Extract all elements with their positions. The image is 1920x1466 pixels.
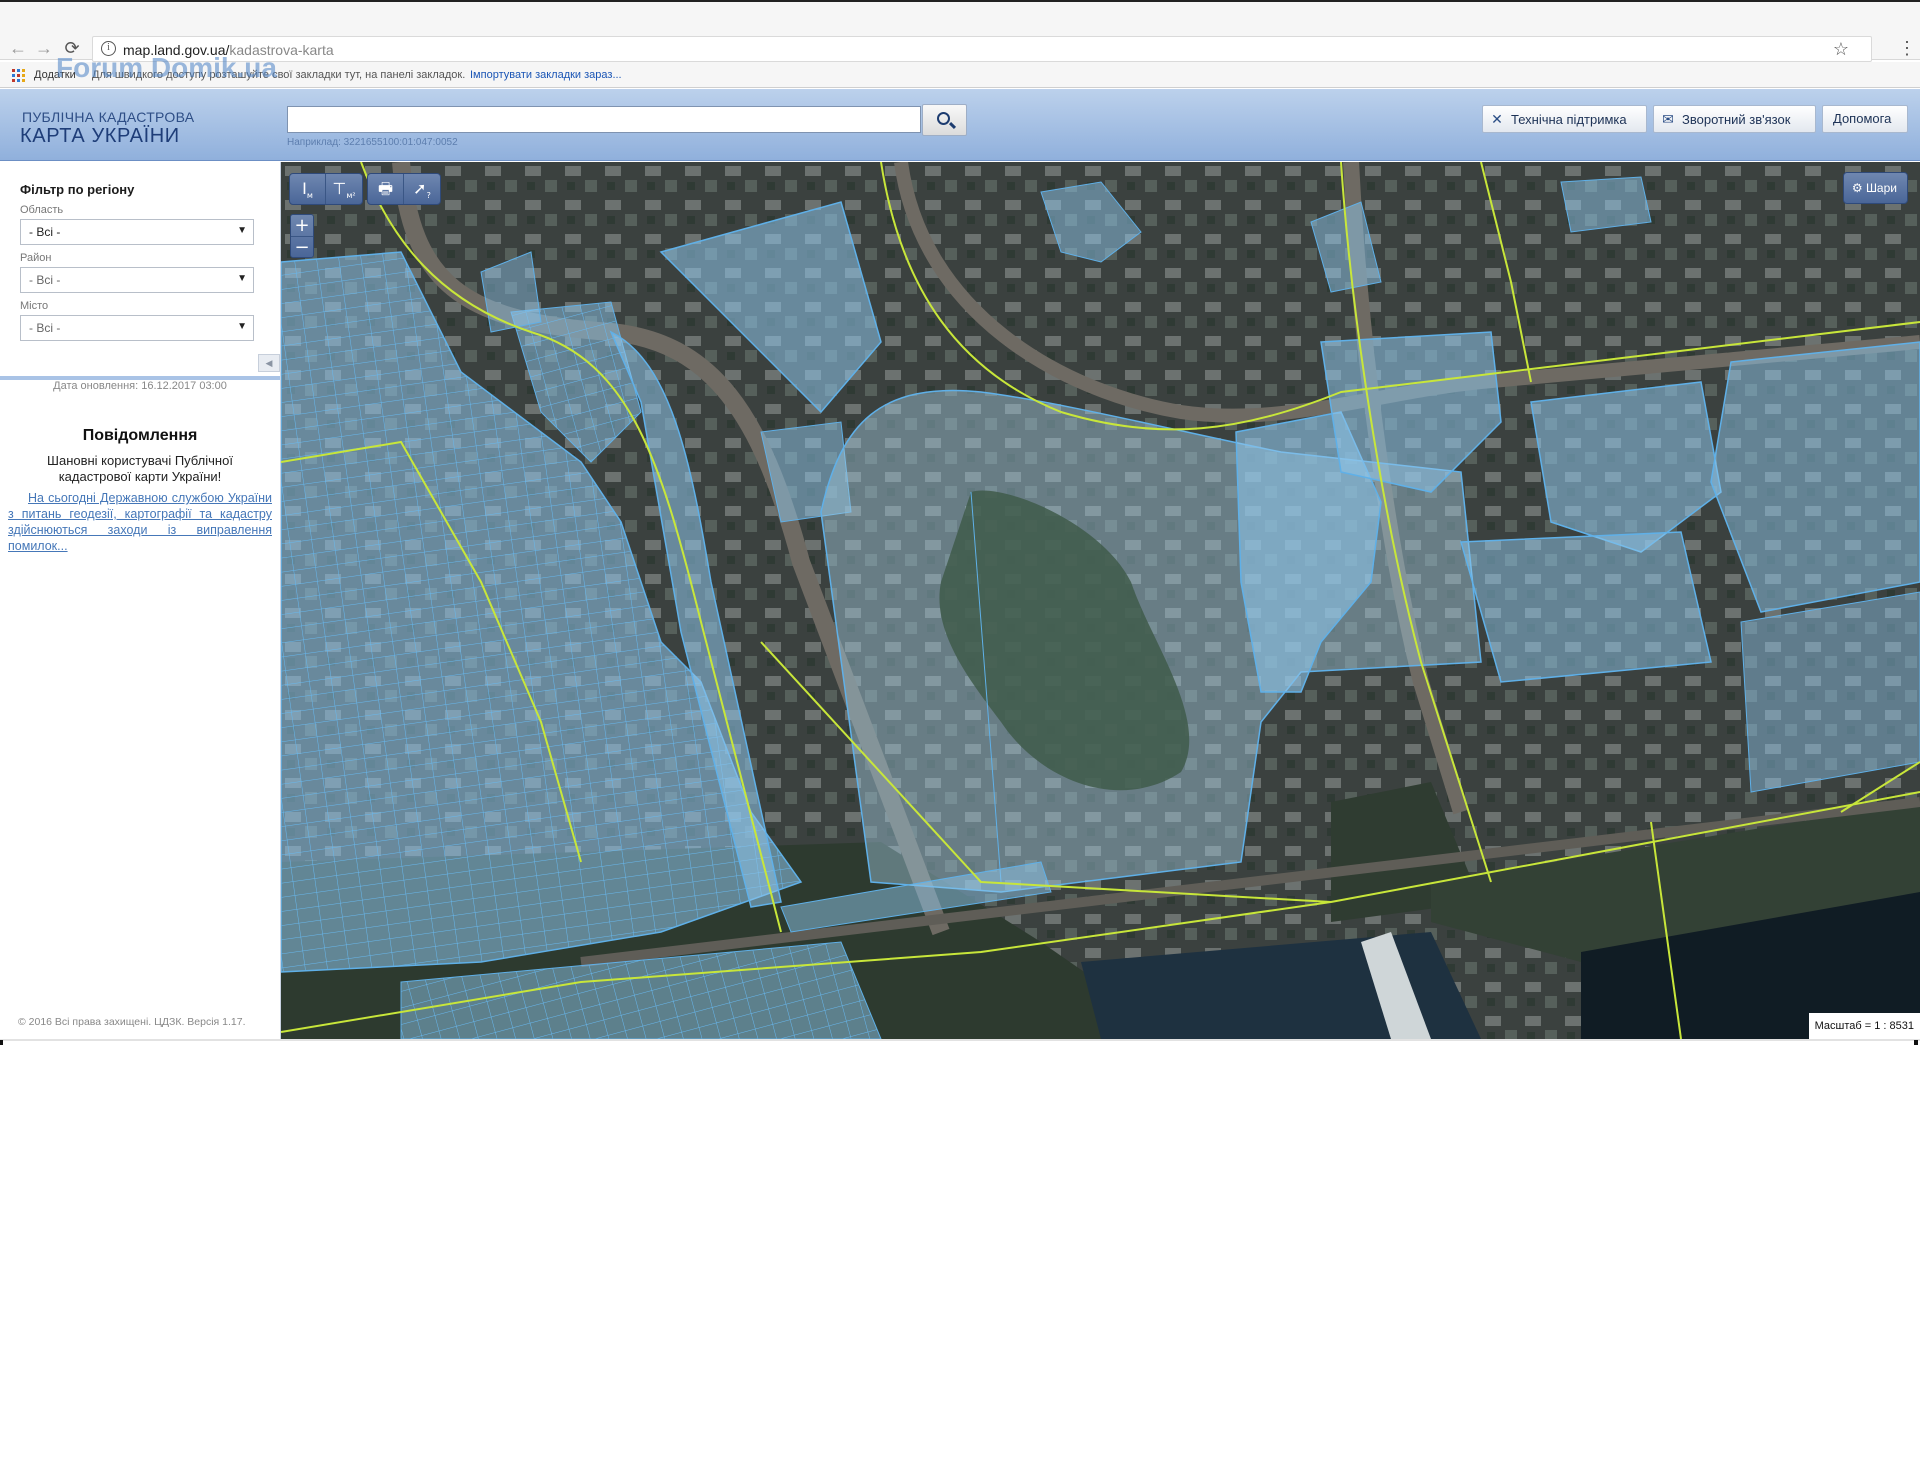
chevron-down-icon: ▼ — [237, 225, 247, 236]
layers-label: Шари — [1865, 181, 1897, 195]
measure-length-button[interactable]: Iм — [290, 174, 326, 204]
message-text: Шановні користувачі Публічної кадастрово… — [47, 453, 233, 484]
filter-sidebar: Фільтр по регіону Область - Всі - ▼ Райо… — [0, 162, 281, 1039]
window-edge-right — [1914, 1040, 1918, 1045]
feedback-label: Зворотний зв'язок — [1682, 112, 1791, 127]
forward-icon[interactable]: → — [34, 38, 54, 58]
layers-button[interactable]: ⚙ Шари — [1842, 172, 1908, 204]
city-select[interactable]: - Всі - ▼ — [20, 315, 254, 341]
browser-menu-icon[interactable]: ⋮ — [1898, 38, 1916, 59]
district-select[interactable]: - Всі - ▼ — [20, 267, 254, 293]
collapse-panel-button[interactable]: ◀ — [258, 354, 280, 372]
zoom-out-button[interactable]: − — [291, 236, 313, 258]
region-select-value: - Всі - — [29, 225, 61, 239]
message-link[interactable]: На сьогодні Державною службою України з … — [8, 490, 272, 554]
print-button[interactable]: 🖶 — [368, 174, 404, 204]
zoom-control: + − — [290, 214, 314, 258]
district-select-value: - Всі - — [29, 273, 61, 287]
help-label: Допомога — [1833, 111, 1892, 126]
message-title: Повідомлення — [82, 427, 198, 444]
city-select-value: - Всі - — [29, 321, 61, 335]
support-label: Технічна підтримка — [1511, 112, 1627, 127]
city-label: Місто — [20, 300, 49, 312]
tools-icon: ✕ — [1491, 111, 1503, 127]
search-button[interactable] — [922, 104, 967, 136]
support-button[interactable]: ✕ Технічна підтримка — [1482, 105, 1647, 133]
region-select[interactable]: - Всі - ▼ — [20, 219, 254, 245]
envelope-icon: ✉ — [1662, 111, 1674, 127]
satellite-map-image[interactable] — [281, 162, 1920, 1039]
cadastral-map[interactable]: Iм ⊤м² 🖶 ➚? + − ⚙ Шари Масштаб = 1 : 853… — [281, 162, 1920, 1039]
region-label: Область — [20, 204, 64, 216]
cursor-icon: ➚ — [413, 179, 427, 198]
app-header: ПУБЛІЧНА КАДАСТРОВА КАРТА УКРАЇНИ Наприк… — [0, 89, 1920, 161]
square-meter-unit: м² — [346, 191, 356, 201]
district-label: Район — [20, 252, 52, 264]
watermark: Forum Domik.ua — [56, 52, 277, 83]
map-scale: Масштаб = 1 : 8531 — [1808, 1013, 1920, 1039]
logo-subtitle[interactable]: ПУБЛІЧНА КАДАСТРОВА — [22, 109, 194, 125]
print-toolbar: 🖶 ➚? — [367, 173, 441, 205]
feedback-button[interactable]: ✉ Зворотний зв'язок — [1653, 105, 1816, 133]
copyright: © 2016 Всі права захищені. ЦДЗК. Версія … — [18, 1016, 246, 1028]
identify-button[interactable]: ➚? — [404, 174, 440, 204]
apps-icon[interactable] — [12, 69, 25, 82]
cadastral-search-input[interactable] — [287, 106, 921, 133]
question-icon: ? — [426, 191, 431, 201]
bookmarks-bar: Додатки Для швидкого доступу розташуйте … — [0, 62, 1920, 88]
bookmark-star-icon[interactable]: ☆ — [1833, 39, 1849, 60]
back-icon[interactable]: ← — [8, 38, 28, 58]
zoom-in-button[interactable]: + — [291, 215, 313, 236]
address-bar[interactable]: i map.land.gov.ua/kadastrova-karta ☆ — [92, 36, 1872, 62]
gear-icon: ⚙ — [1851, 181, 1863, 195]
chevron-down-icon: ▼ — [237, 321, 247, 332]
measure-area-button[interactable]: ⊤м² — [326, 174, 362, 204]
logo-title[interactable]: КАРТА УКРАЇНИ — [20, 125, 180, 148]
window-edge-left — [0, 1040, 3, 1045]
print-icon: 🖶 — [377, 179, 394, 198]
area-icon: ⊤ — [332, 179, 347, 198]
measure-toolbar: Iм ⊤м² — [289, 173, 363, 205]
update-date: Дата оновлення: 16.12.2017 03:00 — [53, 380, 227, 392]
chevron-down-icon: ▼ — [237, 273, 247, 284]
meter-unit: м — [306, 191, 313, 201]
browser-window: ← → ⟳ i map.land.gov.ua/kadastrova-karta… — [0, 0, 1920, 1045]
browser-toolbar: ← → ⟳ i map.land.gov.ua/kadastrova-karta… — [0, 2, 1920, 62]
window-bottom-edge — [0, 1039, 1920, 1041]
filter-title: Фільтр по регіону — [20, 182, 135, 197]
help-button[interactable]: Допомога — [1822, 105, 1908, 133]
search-example: Наприклад: 3221655100:01:047:0052 — [287, 137, 458, 148]
import-bookmarks-link[interactable]: Імпортувати закладки зараз... — [470, 69, 622, 81]
